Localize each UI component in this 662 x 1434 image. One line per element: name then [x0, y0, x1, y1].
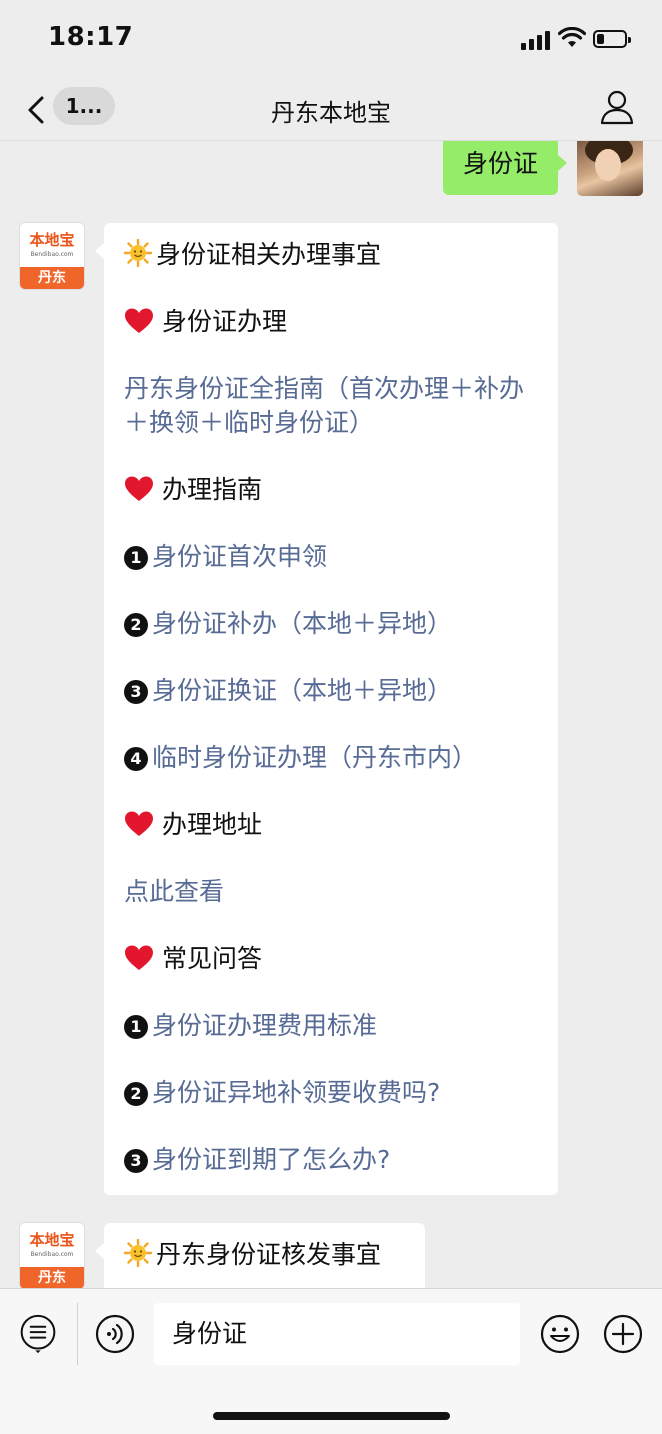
toolbar-divider [77, 1303, 78, 1365]
message-title-text: 身份证相关办理事宜 [156, 240, 382, 269]
chat-title: 丹东本地宝 [271, 99, 391, 127]
section-heading-text: 常见问答 [162, 944, 263, 973]
battery-icon [593, 30, 631, 48]
chat-area[interactable]: 身份证 本地宝 Bendibao.com 丹东 身份证相关办理事宜 身份证办理 [0, 141, 662, 1288]
emoji-icon[interactable] [540, 1314, 580, 1354]
incoming-message-bubble[interactable]: 丹东身份证核发事宜 [95, 1223, 425, 1288]
bot-avatar[interactable]: 本地宝 Bendibao.com 丹东 [20, 223, 84, 289]
view-address-link[interactable]: 点此查看 [124, 875, 224, 909]
link-text[interactable]: 身份证办理费用标准 [152, 1011, 377, 1040]
sun-emoji-icon [124, 239, 152, 267]
bot-avatar[interactable]: 本地宝 Bendibao.com 丹东 [20, 1223, 84, 1288]
avatar-brand: 本地宝 [29, 1231, 75, 1249]
list-item-link[interactable]: 3 身份证换证（本地＋异地） [124, 674, 452, 708]
avatar-city: 丹东 [20, 267, 84, 289]
profile-icon[interactable] [600, 89, 634, 125]
link-text[interactable]: 身份证补办（本地＋异地） [152, 609, 452, 638]
home-indicator[interactable] [213, 1412, 450, 1420]
link-text[interactable]: 身份证到期了怎么办? [152, 1145, 390, 1174]
menu-list-icon[interactable] [18, 1314, 58, 1354]
link-text[interactable]: 临时身份证办理（丹东市内） [152, 743, 477, 772]
guide-link[interactable]: 丹东身份证全指南（首次办理＋补办＋换领＋临时身份证） [124, 372, 544, 440]
incoming-message-bubble[interactable]: 身份证相关办理事宜 身份证办理 丹东身份证全指南（首次办理＋补办＋换领＋临时身份… [95, 223, 558, 1195]
sun-emoji-icon [124, 1239, 152, 1267]
section-heading-text: 办理地址 [162, 810, 263, 839]
number-badge: 4 [124, 747, 148, 771]
number-badge: 3 [124, 680, 148, 704]
link-text[interactable]: 身份证换证（本地＋异地） [152, 676, 452, 705]
list-item-link[interactable]: 1 身份证办理费用标准 [124, 1009, 377, 1043]
voice-input-icon[interactable] [95, 1314, 135, 1354]
avatar-brand: 本地宝 [29, 231, 75, 249]
list-item-link[interactable]: 4 临时身份证办理（丹东市内） [124, 741, 477, 775]
heart-emoji-icon [125, 308, 153, 333]
message-input[interactable]: 身份证 [154, 1303, 520, 1365]
list-item-link[interactable]: 2 身份证补办（本地＋异地） [124, 607, 452, 641]
section-heading: 身份证办理 [124, 305, 287, 339]
avatar-sub: Bendibao.com [30, 251, 74, 258]
heart-emoji-icon [125, 945, 153, 970]
section-heading: 办理地址 [124, 808, 262, 842]
number-badge: 3 [124, 1149, 148, 1173]
number-badge: 1 [124, 1015, 148, 1039]
input-bar: 身份证 [0, 1288, 662, 1434]
number-badge: 2 [124, 1082, 148, 1106]
list-item-link[interactable]: 3 身份证到期了怎么办? [124, 1143, 390, 1177]
user-avatar[interactable] [577, 141, 643, 196]
message-title: 丹东身份证核发事宜 [124, 1238, 381, 1272]
add-plus-icon[interactable] [603, 1314, 643, 1354]
list-item-link[interactable]: 1 身份证首次申领 [124, 540, 327, 574]
nav-bar: 1... 丹东本地宝 [0, 80, 662, 141]
wifi-icon [558, 27, 586, 47]
message-title: 身份证相关办理事宜 [124, 238, 381, 272]
number-badge: 2 [124, 613, 148, 637]
number-badge: 1 [124, 546, 148, 570]
section-heading-text: 身份证办理 [162, 307, 288, 336]
section-heading-text: 办理指南 [162, 475, 263, 504]
list-item-link[interactable]: 2 身份证异地补领要收费吗? [124, 1076, 440, 1110]
heart-emoji-icon [125, 476, 153, 501]
section-heading: 办理指南 [124, 473, 262, 507]
status-bar: 18:17 [0, 0, 662, 80]
cellular-signal-icon [521, 30, 553, 50]
link-text[interactable]: 身份证异地补领要收费吗? [152, 1078, 440, 1107]
section-heading: 常见问答 [124, 942, 262, 976]
status-time: 18:17 [48, 22, 134, 52]
outgoing-message-bubble[interactable]: 身份证 [442, 141, 568, 195]
avatar-city: 丹东 [20, 1267, 84, 1288]
avatar-sub: Bendibao.com [30, 1251, 74, 1258]
heart-emoji-icon [125, 811, 153, 836]
message-title-text: 丹东身份证核发事宜 [156, 1240, 382, 1269]
link-text[interactable]: 身份证首次申领 [152, 542, 327, 571]
